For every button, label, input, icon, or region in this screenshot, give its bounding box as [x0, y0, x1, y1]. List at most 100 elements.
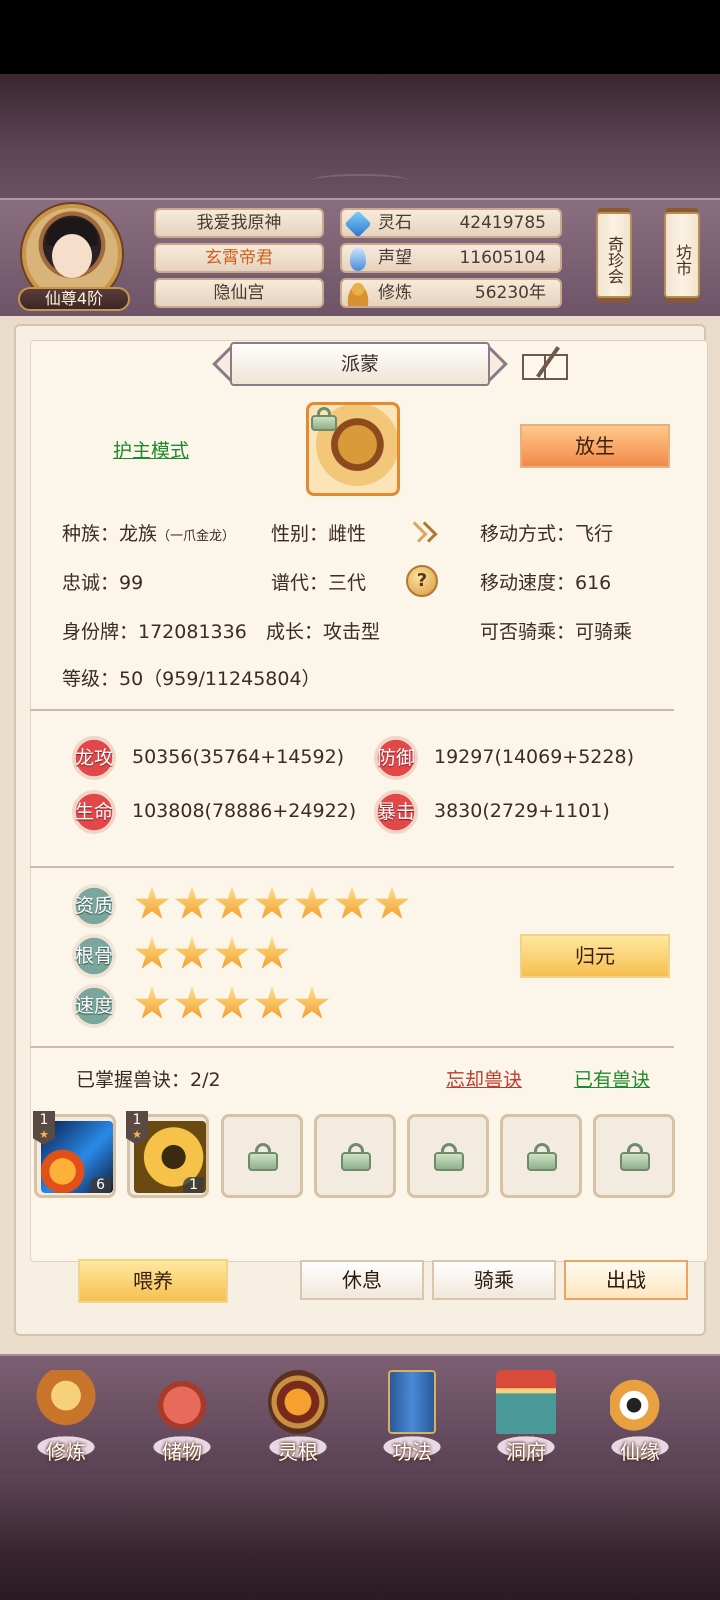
skill-count: 1 [183, 1177, 204, 1193]
nav-storage[interactable]: 储物 [132, 1370, 232, 1470]
rename-book-icon[interactable] [520, 344, 570, 384]
nav-label: 仙缘 [620, 1440, 660, 1464]
star-icon [214, 936, 250, 969]
nav-label: 储物 [162, 1440, 202, 1464]
release-button[interactable]: 放生 [520, 424, 670, 468]
skill-slot-locked[interactable] [314, 1114, 396, 1198]
crit-value: 3830(2729+1101) [434, 800, 610, 822]
player-name: 我爱我原神 [154, 208, 324, 238]
scripture-book-icon [388, 1370, 436, 1434]
nav-label: 洞府 [506, 1440, 546, 1464]
section-divider [30, 1046, 674, 1048]
dragon-attack-value: 50356(35764+14592) [132, 746, 345, 768]
rideable-attr: 可否骑乘：可骑乘 [480, 621, 633, 643]
race-attr: 种族：龙族（一爪金龙） [62, 519, 235, 546]
skill-slot-locked[interactable] [407, 1114, 489, 1198]
star-icon [374, 886, 410, 919]
lock-body [527, 1151, 557, 1171]
nav-cave[interactable]: 洞府 [476, 1370, 576, 1470]
ride-button[interactable]: 骑乘 [432, 1260, 556, 1300]
lock-body [248, 1151, 278, 1171]
forget-skill-link[interactable]: 忘却兽诀 [446, 1065, 522, 1092]
generation-attr: 谱代：三代 [271, 572, 367, 594]
resource-value: 11605104 [459, 248, 546, 268]
star-icon [214, 886, 250, 919]
section-divider [30, 709, 674, 711]
section-divider [30, 866, 674, 868]
lock-body [341, 1151, 371, 1171]
star-icon [174, 936, 210, 969]
resource-value: 56230年 [474, 283, 546, 303]
growth-attr: 成长：攻击型 [266, 621, 381, 643]
skill-level-tag: 1 ★ [126, 1111, 148, 1145]
nav-techniques[interactable]: 功法 [362, 1370, 462, 1470]
gourd-icon [610, 1370, 670, 1434]
lock-icon [311, 407, 337, 431]
race-label: 种族：龙族 [62, 523, 158, 545]
market-button[interactable]: 坊市 [664, 212, 700, 298]
star-icon [134, 986, 170, 1019]
defense-badge: 防御 [374, 736, 418, 780]
feed-button[interactable]: 喂养 [78, 1259, 228, 1303]
star-icon [174, 986, 210, 1019]
dragon-attack-badge: 龙攻 [72, 736, 116, 780]
pet-name-banner: 派蒙 [230, 342, 490, 386]
mastered-skills-count: 已掌握兽诀：2/2 [76, 1069, 221, 1091]
reset-button[interactable]: 归元 [520, 934, 670, 978]
player-avatar[interactable]: 仙尊4阶 [18, 204, 130, 311]
star-icon: ★ [39, 1128, 49, 1141]
nav-label: 功法 [392, 1440, 432, 1464]
pet-portrait[interactable] [306, 402, 400, 496]
cave-mansion-icon [496, 1370, 556, 1434]
gender-arrow-icon[interactable] [406, 520, 438, 544]
star-icon: ★ [132, 1128, 142, 1141]
skill-slot-locked[interactable] [593, 1114, 675, 1198]
question-icon[interactable]: ? [406, 565, 438, 597]
nav-label: 修炼 [46, 1440, 86, 1464]
nav-label: 灵根 [278, 1440, 318, 1464]
guard-mode-link[interactable]: 护主模式 [113, 436, 189, 463]
race-subtype: （一爪金龙） [157, 529, 236, 544]
bone-badge: 根骨 [72, 934, 116, 978]
top-ornament [310, 174, 410, 188]
reputation-icon [350, 247, 366, 271]
lock-icon [434, 1143, 464, 1171]
resource-label: 灵石 [378, 213, 412, 233]
star-icon [254, 936, 290, 969]
game-screen: 仙尊4阶 我爱我原神 玄霄帝君 隐仙宫 灵石 42419785 声望 11605… [0, 0, 720, 1600]
skill-slot-locked[interactable] [221, 1114, 303, 1198]
crit-badge: 暴击 [374, 790, 418, 834]
defense-value: 19297(14069+5228) [434, 746, 634, 768]
bottom-backdrop [0, 1474, 720, 1600]
lock-icon [620, 1143, 650, 1171]
nav-fortune[interactable]: 仙缘 [590, 1370, 690, 1470]
speed-badge: 速度 [72, 984, 116, 1028]
skill-level: 1 [39, 1112, 49, 1128]
hp-badge: 生命 [72, 790, 116, 834]
star-icon [254, 886, 290, 919]
resource-value: 42419785 [459, 213, 546, 233]
level-attr: 等级：50（959/11245804） [62, 668, 321, 690]
lock-icon [248, 1143, 278, 1171]
lock-body [311, 414, 337, 431]
owned-skills-link[interactable]: 已有兽诀 [574, 1065, 650, 1092]
star-icon [134, 886, 170, 919]
nav-cultivate[interactable]: 修炼 [16, 1370, 116, 1470]
skill-slot[interactable]: 1 ★ 6 [33, 1111, 116, 1198]
move-speed-attr: 移动速度：616 [480, 572, 612, 594]
pouch-icon [152, 1370, 212, 1434]
resource-reputation: 声望 11605104 [340, 243, 562, 273]
skill-slot[interactable]: 1 ★ 1 [126, 1111, 209, 1198]
move-type-attr: 移动方式：飞行 [480, 523, 614, 545]
player-header: 仙尊4阶 我爱我原神 玄霄帝君 隐仙宫 灵石 42419785 声望 11605… [0, 198, 720, 316]
lock-icon [341, 1143, 371, 1171]
lock-icon [527, 1143, 557, 1171]
rest-button[interactable]: 休息 [300, 1260, 424, 1300]
skill-level: 1 [132, 1112, 142, 1128]
battle-button[interactable]: 出战 [564, 1260, 688, 1300]
treasure-fair-button[interactable]: 奇珍会 [596, 212, 632, 298]
top-backdrop [0, 74, 720, 199]
skill-slot-locked[interactable] [500, 1114, 582, 1198]
nav-spirit-root[interactable]: 灵根 [248, 1370, 348, 1470]
skill-count: 6 [90, 1177, 111, 1193]
